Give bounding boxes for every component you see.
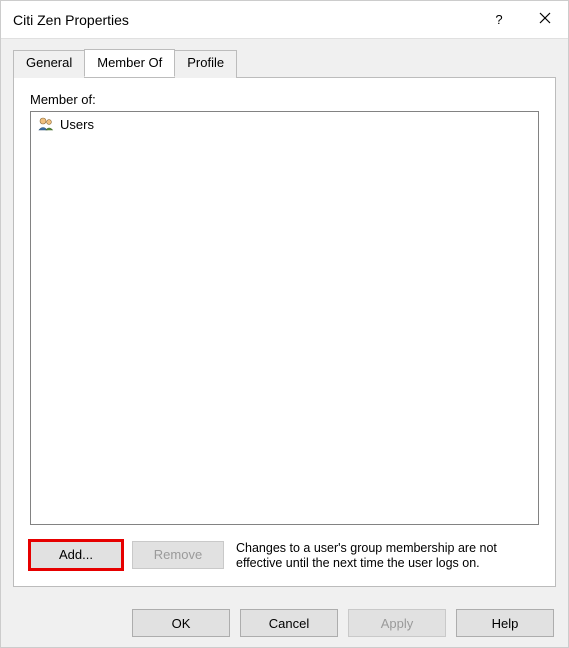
apply-button[interactable]: Apply (348, 609, 446, 637)
help-button[interactable]: Help (456, 609, 554, 637)
cancel-button[interactable]: Cancel (240, 609, 338, 637)
tab-member-of[interactable]: Member Of (84, 49, 175, 77)
titlebar: Citi Zen Properties ? (1, 1, 568, 39)
close-icon (539, 12, 551, 27)
add-button[interactable]: Add... (30, 541, 122, 569)
remove-button[interactable]: Remove (132, 541, 224, 569)
dialog-content: General Member Of Profile Member of: (1, 39, 568, 599)
titlebar-help-button[interactable]: ? (476, 1, 522, 39)
tab-general[interactable]: General (13, 50, 85, 78)
tabpanel-member-of: Member of: Users Add... Re (13, 77, 556, 587)
tab-profile[interactable]: Profile (174, 50, 237, 78)
panel-actions-row: Add... Remove Changes to a user's group … (30, 541, 539, 572)
ok-button[interactable]: OK (132, 609, 230, 637)
list-item-label: Users (60, 117, 94, 132)
group-icon (37, 115, 55, 133)
window-title: Citi Zen Properties (13, 12, 476, 28)
titlebar-close-button[interactable] (522, 1, 568, 39)
member-of-label: Member of: (30, 92, 539, 107)
properties-dialog: Citi Zen Properties ? General Member Of … (0, 0, 569, 648)
hint-text: Changes to a user's group membership are… (234, 541, 539, 572)
group-listbox[interactable]: Users (30, 111, 539, 525)
dialog-button-bar: OK Cancel Apply Help (1, 599, 568, 647)
tabstrip: General Member Of Profile (13, 50, 556, 78)
help-icon: ? (495, 12, 502, 27)
list-item[interactable]: Users (33, 114, 536, 134)
